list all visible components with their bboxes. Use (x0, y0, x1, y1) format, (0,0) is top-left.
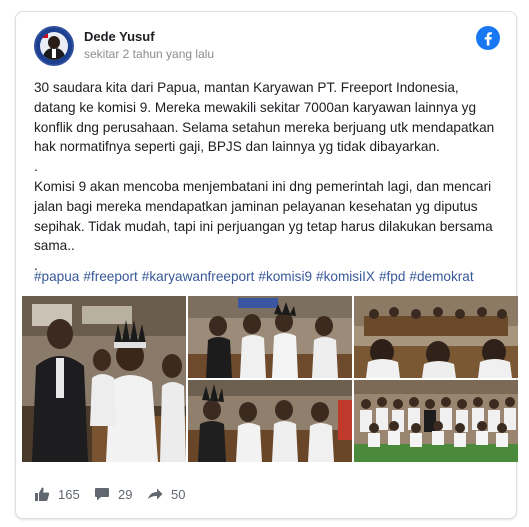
hashtag-link[interactable]: #komisi9 (258, 269, 312, 284)
likes-stat[interactable]: 165 (34, 486, 80, 502)
facebook-logo-icon[interactable] (476, 26, 500, 50)
post-photo[interactable] (22, 296, 186, 462)
photo-grid (22, 296, 518, 462)
comments-stat[interactable]: 29 (94, 486, 132, 502)
hashtag-link[interactable]: #komisiIX (316, 269, 375, 284)
post-body-text: 30 saudara kita dari Papua, mantan Karya… (34, 80, 495, 274)
post-photo[interactable] (354, 296, 518, 378)
post-photo[interactable] (188, 296, 352, 378)
comment-icon (95, 488, 109, 501)
hashtag-link[interactable]: #fpd (379, 269, 405, 284)
likes-count: 165 (58, 486, 80, 502)
author-name[interactable]: Dede Yusuf (84, 29, 155, 44)
engagement-stats: 165 29 50 (34, 486, 334, 506)
like-icon (35, 487, 50, 501)
shares-count: 50 (171, 486, 186, 502)
shares-stat[interactable]: 50 (147, 486, 185, 502)
hashtag-link[interactable]: #demokrat (409, 269, 473, 284)
facebook-post-card: Dede Yusuf sekitar 2 tahun yang lalu 30 … (15, 11, 518, 519)
post-timestamp[interactable]: sekitar 2 tahun yang lalu (84, 47, 214, 61)
post-photo[interactable] (188, 380, 352, 462)
share-icon (148, 488, 163, 500)
hashtag-list: #papua #freeport #karyawanfreeport #komisi9… (34, 267, 478, 287)
comments-count: 29 (118, 486, 133, 502)
hashtag-link[interactable]: #freeport (83, 269, 137, 284)
post-header: Dede Yusuf sekitar 2 tahun yang lalu (34, 26, 500, 66)
avatar[interactable] (34, 26, 74, 66)
post-photo[interactable] (354, 380, 518, 462)
hashtag-link[interactable]: #papua (34, 269, 79, 284)
hashtag-link[interactable]: #karyawanfreeport (142, 269, 255, 284)
